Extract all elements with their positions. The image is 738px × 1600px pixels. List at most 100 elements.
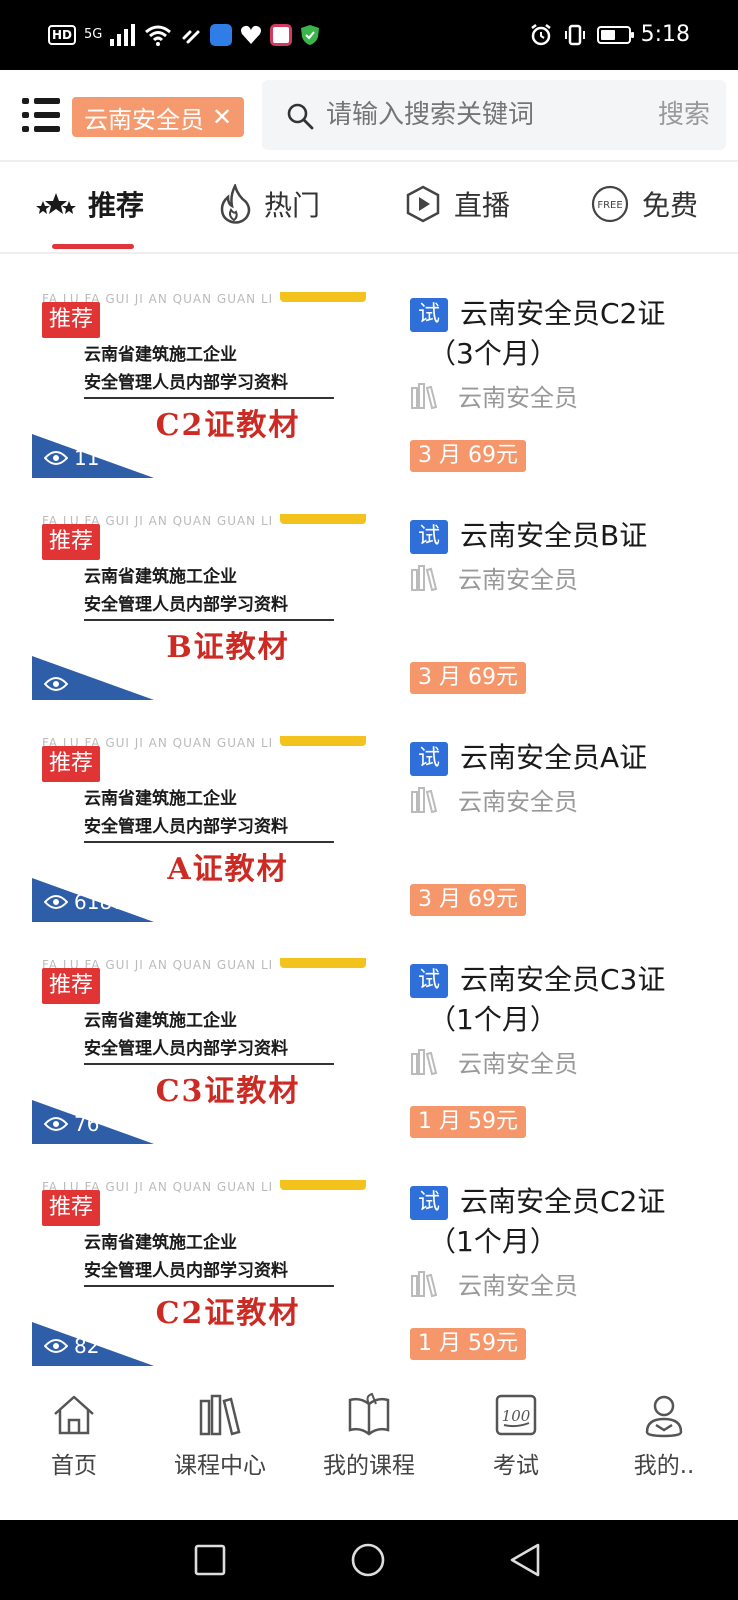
trial-badge: 试 — [410, 520, 448, 554]
nav-label: 课程中心 — [174, 1453, 266, 1479]
course-card[interactable]: FA LU FA GUI JI AN QUAN GUAN LI 云南省建筑施工企… — [0, 292, 738, 518]
view-count: 82 — [44, 1334, 99, 1358]
search-box[interactable]: 搜索 — [262, 80, 726, 150]
network-type: 5G — [84, 27, 103, 42]
nav-exam[interactable]: 100 考试 — [456, 1392, 576, 1480]
tab-label: 推荐 — [88, 189, 145, 222]
category-chip-label: 云南安全员 — [84, 105, 204, 134]
course-category-label: 云南安全员 — [458, 1272, 578, 1300]
course-category-label: 云南安全员 — [458, 566, 578, 594]
back-icon[interactable] — [508, 1542, 542, 1578]
books-icon — [411, 1270, 438, 1297]
clock: 5:18 — [640, 22, 690, 47]
course-title-line1: 云南安全员C2证 — [460, 297, 666, 330]
thumb-decoration — [280, 292, 366, 302]
view-count — [44, 676, 74, 692]
thumb-line2: 安全管理人员内部学习资料 — [84, 1034, 334, 1065]
svg-text:FREE: FREE — [597, 200, 622, 211]
thumb-line1: 云南省建筑施工企业 — [84, 567, 237, 587]
course-title[interactable]: 试 云南安全员B证 — [410, 516, 728, 556]
nav-home[interactable]: 首页 — [14, 1392, 134, 1480]
recommend-badge: 推荐 — [42, 524, 101, 560]
tab-active-indicator — [52, 244, 134, 249]
eye-icon — [44, 1339, 68, 1353]
course-category-label: 云南安全员 — [458, 384, 578, 412]
battery-icon — [596, 26, 634, 44]
exam-100-icon: 100 — [495, 1394, 537, 1436]
books-icon — [411, 382, 438, 409]
course-card[interactable]: FA LU FA GUI JI AN QUAN GUAN LI 云南省建筑施工企… — [0, 736, 738, 962]
search-button[interactable]: 搜索 — [658, 98, 710, 132]
course-title-line2: （1个月） — [428, 1003, 558, 1036]
home-button-icon[interactable] — [350, 1542, 386, 1578]
free-icon: FREE — [591, 185, 629, 223]
vibrate-icon — [564, 24, 585, 46]
system-nav-bar — [0, 1520, 738, 1600]
eye-icon — [44, 677, 68, 691]
stars-icon — [36, 193, 76, 214]
trial-badge: 试 — [410, 964, 448, 998]
course-title[interactable]: 试 云南安全员C3证 （1个月） — [410, 960, 728, 1040]
app-notification-icon — [210, 24, 233, 46]
menu-icon[interactable] — [22, 98, 60, 134]
category-chip[interactable]: 云南安全员 ✕ — [72, 97, 245, 137]
heart-icon — [241, 25, 262, 44]
recent-apps-icon[interactable] — [194, 1544, 226, 1576]
home-icon — [54, 1395, 94, 1435]
course-title[interactable]: 试 云南安全员C2证 （3个月） — [410, 294, 728, 374]
course-title-line2: （1个月） — [428, 1225, 558, 1258]
course-title-line1: 云南安全员C2证 — [460, 1185, 666, 1218]
thumb-decoration — [280, 736, 366, 746]
course-card[interactable]: FA LU FA GUI JI AN QUAN GUAN LI 云南省建筑施工企… — [0, 1180, 738, 1380]
nav-label: 我的课程 — [323, 1453, 415, 1479]
thumb-line1: 云南省建筑施工企业 — [84, 1233, 237, 1253]
thumb-line1: 云南省建筑施工企业 — [84, 1011, 237, 1031]
nav-course-center[interactable]: 课程中心 — [160, 1392, 280, 1480]
thumb-line1: 云南省建筑施工企业 — [84, 789, 237, 809]
course-title-line1: 云南安全员A证 — [460, 741, 648, 774]
course-category-label: 云南安全员 — [458, 1050, 578, 1078]
wifi-icon — [145, 25, 172, 46]
course-card[interactable]: FA LU FA GUI JI AN QUAN GUAN LI 云南省建筑施工企… — [0, 514, 738, 740]
course-title[interactable]: 试 云南安全员C2证 （1个月） — [410, 1182, 728, 1262]
books-icon — [199, 1394, 241, 1436]
tab-recommend[interactable]: 推荐 — [36, 182, 144, 226]
price-tag: 3 月 69元 — [410, 662, 526, 694]
course-title-line1: 云南安全员B证 — [460, 519, 648, 552]
view-count: 6187 — [44, 890, 125, 914]
trial-badge: 试 — [410, 742, 448, 776]
course-card[interactable]: FA LU FA GUI JI AN QUAN GUAN LI 云南省建筑施工企… — [0, 958, 738, 1184]
thumb-line2: 安全管理人员内部学习资料 — [84, 368, 334, 399]
status-bar: HD 5G 5:18 — [0, 0, 738, 70]
tab-free[interactable]: FREE 免费 — [590, 182, 698, 226]
course-title[interactable]: 试 云南安全员A证 — [410, 738, 728, 778]
tab-label: 免费 — [642, 189, 699, 222]
thumb-line2: 安全管理人员内部学习资料 — [84, 812, 334, 843]
header: 云南安全员 ✕ 搜索 — [0, 70, 738, 162]
search-input[interactable] — [326, 98, 626, 132]
price-tag: 1 月 59元 — [410, 1106, 526, 1138]
thumb-decoration — [280, 514, 366, 524]
view-count: 76 — [44, 1112, 99, 1136]
thumb-line2: 安全管理人员内部学习资料 — [84, 590, 334, 621]
close-icon[interactable]: ✕ — [212, 103, 232, 131]
tab-live[interactable]: 直播 — [404, 182, 510, 226]
tab-hot[interactable]: 热门 — [218, 182, 320, 226]
view-count-value: 11 — [74, 446, 100, 470]
view-count-value: 82 — [74, 1334, 100, 1358]
user-icon — [645, 1395, 683, 1438]
view-count-value: 76 — [74, 1112, 100, 1136]
tab-label: 直播 — [454, 189, 511, 222]
price-tag: 3 月 69元 — [410, 884, 526, 916]
course-title-line1: 云南安全员C3证 — [460, 963, 666, 996]
nav-label: 考试 — [493, 1453, 539, 1479]
course-category: 云南安全员 — [410, 1266, 578, 1301]
nav-mine[interactable]: 我的.. — [604, 1392, 724, 1480]
bottom-nav: 首页 课程中心 我的课程 100 考试 我的.. — [0, 1380, 738, 1520]
recommend-badge: 推荐 — [42, 1190, 101, 1226]
shield-icon — [301, 25, 320, 45]
nav-my-courses[interactable]: 我的课程 — [309, 1392, 429, 1480]
app-notification-icon — [270, 24, 293, 46]
course-category: 云南安全员 — [410, 1044, 578, 1079]
recommend-badge: 推荐 — [42, 302, 101, 338]
